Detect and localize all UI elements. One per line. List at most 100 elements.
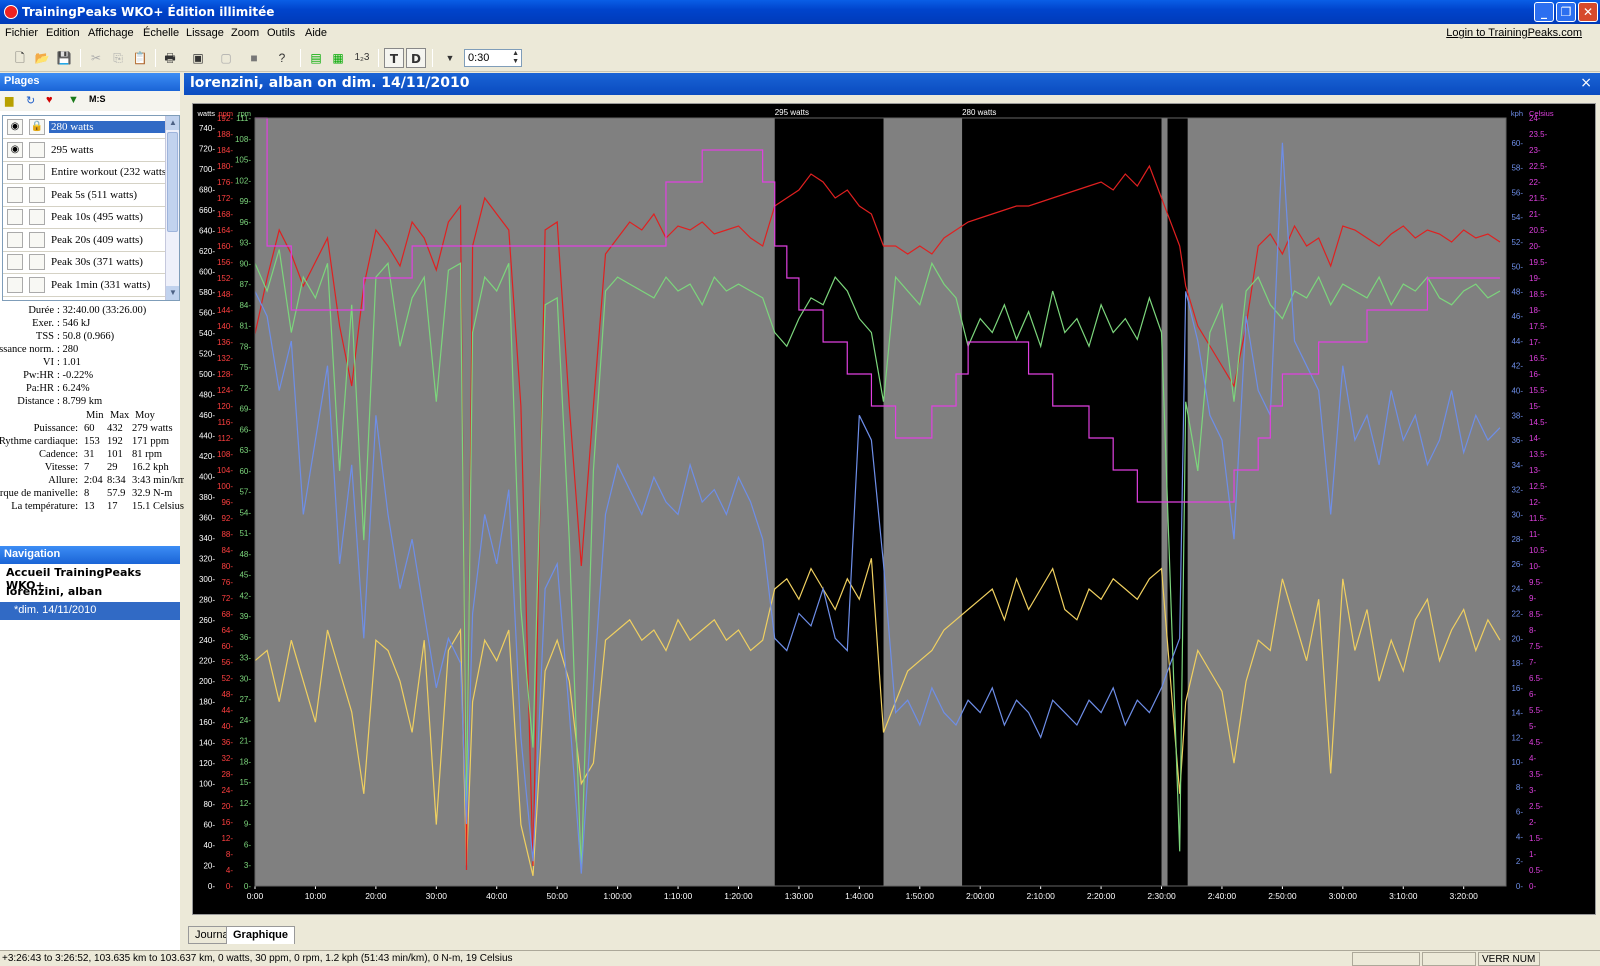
range-row[interactable]: Peak 1min (331 watts): [3, 274, 166, 297]
y-tick-label: 0-: [244, 882, 251, 891]
refresh-icon[interactable]: ↻: [26, 94, 35, 107]
save-icon[interactable]: 💾: [54, 48, 74, 68]
lock-checkbox[interactable]: [29, 254, 45, 270]
visibility-eye-icon[interactable]: ◉: [7, 141, 23, 158]
range-label: Peak 5s (511 watts): [51, 188, 138, 201]
menu-fichier[interactable]: Fichier: [5, 27, 38, 39]
y-tick-label: 15-: [239, 778, 251, 787]
lock-icon[interactable]: 🔒: [29, 119, 45, 135]
y-tick-label: 12.5-: [1529, 482, 1548, 491]
print-icon[interactable]: 🖶: [160, 48, 180, 68]
help-icon[interactable]: ?: [272, 48, 292, 68]
range-row[interactable]: Peak 5s (511 watts): [3, 184, 166, 207]
copy-icon[interactable]: ⎘: [108, 48, 128, 68]
numbers-icon[interactable]: 1₂3: [352, 48, 372, 68]
graph-fill-icon[interactable]: ▦: [328, 48, 348, 68]
lock-checkbox[interactable]: [29, 209, 45, 225]
menu-zoom[interactable]: Zoom: [231, 27, 259, 39]
visibility-checkbox[interactable]: [7, 231, 23, 248]
y-tick-label: 680-: [199, 186, 215, 195]
export-icon[interactable]: ▣: [188, 48, 208, 68]
menu-lissage[interactable]: Lissage: [186, 27, 224, 39]
nav-athlete[interactable]: lorenzini, alban: [0, 583, 180, 601]
folder-icon[interactable]: ▆: [5, 94, 13, 107]
range-list-scrollbar[interactable]: ▲ ▼: [165, 116, 179, 300]
x-tick-label: 2:40:00: [1208, 891, 1237, 901]
graph-view-icon[interactable]: ▤: [306, 48, 326, 68]
visibility-checkbox[interactable]: [7, 164, 23, 180]
disabled-tool-icon[interactable]: ▢: [216, 48, 236, 68]
smoothing-spinner[interactable]: 0:30 ▲ ▼: [464, 49, 522, 67]
restore-button[interactable]: ❐: [1556, 2, 1576, 22]
spinner-arrows-icon[interactable]: ▲ ▼: [512, 50, 519, 66]
disabled-tool2-icon[interactable]: ■: [244, 48, 264, 68]
scroll-up-icon[interactable]: ▲: [166, 116, 179, 130]
y-axis-title: kph: [1511, 109, 1523, 118]
menu-echelle[interactable]: Échelle: [143, 27, 179, 39]
y-tick-label: 13-: [1529, 466, 1541, 475]
close-window-button[interactable]: ✕: [1578, 2, 1598, 22]
range-row[interactable]: ◉ 295 watts: [3, 139, 166, 162]
paste-icon[interactable]: 📋: [130, 48, 150, 68]
visibility-checkbox[interactable]: [7, 186, 23, 203]
menu-affichage[interactable]: Affichage: [88, 27, 134, 39]
close-document-icon[interactable]: ×: [1580, 75, 1592, 91]
menu-edition[interactable]: Edition: [46, 27, 80, 39]
minutes-seconds-toggle[interactable]: M:S: [89, 94, 106, 104]
lock-checkbox[interactable]: [29, 231, 45, 248]
range-row[interactable]: Peak 20s (409 watts): [3, 229, 166, 252]
scroll-thumb[interactable]: [167, 132, 178, 232]
login-link[interactable]: Login to TrainingPeaks.com: [1446, 27, 1582, 39]
lock-checkbox[interactable]: [29, 186, 45, 203]
y-tick-label: 8-: [1529, 626, 1536, 635]
x-tick-label: 1:30:00: [785, 891, 814, 901]
distance-axis-button[interactable]: D: [406, 48, 426, 68]
visibility-eye-icon[interactable]: ◉: [7, 119, 23, 135]
dropdown-arrow-icon[interactable]: ▼: [440, 48, 460, 68]
lock-checkbox[interactable]: [29, 276, 45, 293]
time-axis-button[interactable]: T: [384, 48, 404, 68]
heart-icon[interactable]: ♥: [46, 94, 53, 106]
visibility-checkbox[interactable]: [7, 254, 23, 270]
y-tick-label: 100-: [199, 780, 215, 789]
nav-workout-date[interactable]: *dim. 14/11/2010: [0, 602, 180, 620]
x-tick-label: 10:00: [305, 891, 327, 901]
range-row[interactable]: ◉ 🔒 280 watts: [3, 116, 166, 139]
range-list: ◉ 🔒 280 watts ◉ 295 watts Entire workout (232…: [2, 115, 180, 301]
visibility-checkbox[interactable]: [7, 209, 23, 225]
menu-outils[interactable]: Outils: [267, 27, 295, 39]
y-tick-label: 88-: [221, 530, 233, 539]
y-tick-label: 57-: [239, 488, 251, 497]
filter-icon[interactable]: ▼: [68, 94, 79, 106]
metrics-max: 17: [107, 501, 118, 512]
menu-aide[interactable]: Aide: [305, 27, 327, 39]
lock-checkbox[interactable]: [29, 141, 45, 158]
workout-chart[interactable]: 295 watts 280 watts 0:00 10:00 20:00 30:00 40:…: [193, 104, 1595, 914]
y-tick-label: 14.5-: [1529, 418, 1548, 427]
y-tick-label: 18-: [1511, 659, 1523, 668]
range-label: Peak 10s (495 watts): [51, 211, 143, 223]
metrics-avg: 171 ppm: [132, 436, 170, 447]
tab-graphique[interactable]: Graphique: [226, 926, 296, 944]
range-band-label: 295 watts: [775, 108, 809, 117]
y-tick-label: 18-: [239, 757, 251, 766]
new-file-icon[interactable]: 🗋: [10, 48, 30, 68]
range-row[interactable]: Entire workout (232 watts): [3, 161, 170, 184]
visibility-checkbox[interactable]: [7, 276, 23, 293]
minimize-button[interactable]: _: [1534, 2, 1554, 22]
range-row[interactable]: Peak 30s (371 watts): [3, 251, 166, 274]
scroll-down-icon[interactable]: ▼: [166, 286, 179, 300]
open-folder-icon[interactable]: 📂: [32, 48, 52, 68]
y-tick-label: 54-: [1511, 213, 1523, 222]
document-header: lorenzini, alban on dim. 14/11/2010 ×: [184, 73, 1600, 95]
lock-checkbox[interactable]: [29, 164, 45, 180]
y-tick-label: 176-: [217, 178, 233, 187]
cut-icon[interactable]: ✂: [86, 48, 106, 68]
x-tick-label: 1:00:00: [603, 891, 632, 901]
range-row[interactable]: Peak 10s (495 watts): [3, 206, 166, 229]
summary-label: Pa:HR: [25, 383, 54, 394]
y-tick-label: 104-: [217, 466, 233, 475]
range-label: 295 watts: [51, 143, 94, 156]
y-tick-label: 200-: [199, 677, 215, 686]
nav-home[interactable]: Accueil TrainingPeaks WKO+: [0, 564, 180, 592]
